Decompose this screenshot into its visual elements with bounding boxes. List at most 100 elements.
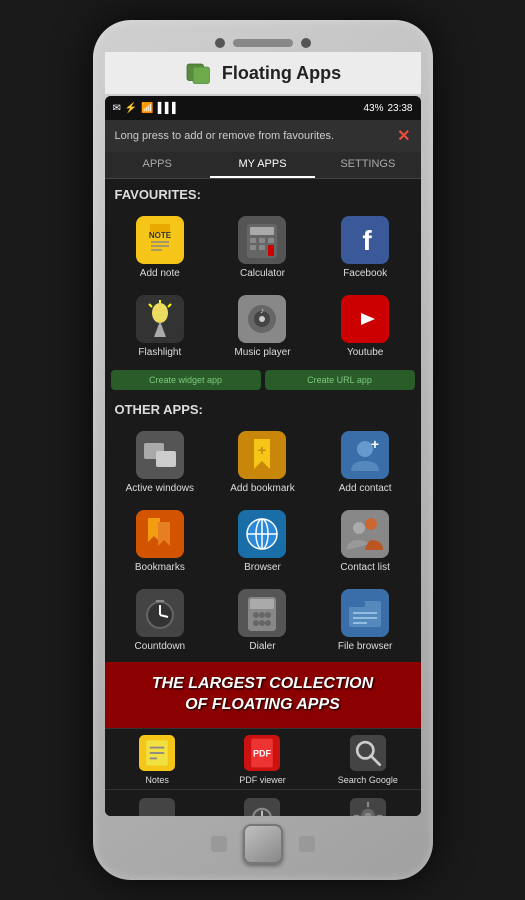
tab-row: APPS MY APPS SETTINGS xyxy=(105,152,421,179)
app-add-note-icon: NOTE xyxy=(136,216,184,264)
bluetooth-icon: ⚡ xyxy=(125,103,137,114)
app-countdown-icon xyxy=(136,589,184,637)
more-app-1-icon xyxy=(139,798,175,816)
app-facebook-icon: f xyxy=(341,216,389,264)
app-calculator-label: Calculator xyxy=(240,268,285,279)
phone-top-bar xyxy=(105,32,421,52)
other-apps-title: OTHER APPS: xyxy=(105,394,421,421)
status-bar: ✉ ⚡ 📶 ▌▌▌ 43% 23:38 xyxy=(105,96,421,120)
svg-text:PDF: PDF xyxy=(253,748,272,758)
svg-text:f: f xyxy=(362,225,372,256)
create-url-app-button[interactable]: Create URL app xyxy=(265,370,415,390)
promo-line1: THE LARGEST COLLECTION xyxy=(115,674,411,695)
app-contact-list-label: Contact list xyxy=(340,562,389,573)
create-widget-app-button[interactable]: Create widget app xyxy=(111,370,261,390)
more-app-2[interactable] xyxy=(210,794,315,816)
phone-device: Floating Apps ✉ ⚡ 📶 ▌▌▌ 43% 23:38 Long p… xyxy=(93,20,433,880)
app-youtube-label: Youtube xyxy=(347,347,383,358)
toast-notification: Long press to add or remove from favouri… xyxy=(105,120,421,152)
app-add-bookmark[interactable]: + Add bookmark xyxy=(213,425,312,500)
app-active-windows-icon xyxy=(136,431,184,479)
app-add-contact-icon: + xyxy=(341,431,389,479)
phone-camera xyxy=(215,38,225,48)
phone-screen: ✉ ⚡ 📶 ▌▌▌ 43% 23:38 Long press to add or… xyxy=(105,96,421,816)
other-apps-grid: Active windows + Add bookmark xyxy=(105,421,421,662)
app-search-google-label: Search Google xyxy=(338,775,398,785)
app-flashlight-icon xyxy=(136,295,184,343)
signal-icon: ▌▌▌ xyxy=(158,103,179,114)
app-pdf-viewer-icon: PDF xyxy=(242,733,282,773)
email-icon: ✉ xyxy=(113,103,121,114)
app-file-browser-icon xyxy=(341,589,389,637)
widget-buttons-row: Create widget app Create URL app xyxy=(105,368,421,394)
tab-apps[interactable]: APPS xyxy=(105,152,210,178)
app-bookmarks[interactable]: Bookmarks xyxy=(111,504,210,579)
app-file-browser[interactable]: File browser xyxy=(316,583,415,658)
app-logo-icon xyxy=(184,58,214,88)
app-dialer-label: Dialer xyxy=(249,641,275,652)
app-facebook[interactable]: f Facebook xyxy=(316,210,415,285)
promo-line2: OF FLOATING APPS xyxy=(115,695,411,716)
app-bookmarks-label: Bookmarks xyxy=(135,562,185,573)
more-app-3[interactable] xyxy=(315,794,420,816)
app-music-player[interactable]: ♪ Music player xyxy=(213,289,312,364)
app-facebook-label: Facebook xyxy=(343,268,387,279)
toast-close-button[interactable]: ✕ xyxy=(397,126,410,146)
svg-text:+: + xyxy=(258,442,266,458)
svg-text:♪: ♪ xyxy=(260,306,264,315)
app-contact-list[interactable]: Contact list xyxy=(316,504,415,579)
app-dialer[interactable]: Dialer xyxy=(213,583,312,658)
app-countdown-label: Countdown xyxy=(135,641,186,652)
app-notes-label: Notes xyxy=(145,775,169,785)
app-notes-icon xyxy=(137,733,177,773)
app-active-windows-label: Active windows xyxy=(126,483,194,494)
app-add-contact-label: Add contact xyxy=(339,483,392,494)
app-flashlight[interactable]: Flashlight xyxy=(111,289,210,364)
app-flashlight-label: Flashlight xyxy=(138,347,181,358)
app-add-contact[interactable]: + Add contact xyxy=(316,425,415,500)
app-search-google-icon xyxy=(348,733,388,773)
svg-text:+: + xyxy=(371,436,379,452)
battery-text: 43% xyxy=(363,103,383,114)
phone-speaker xyxy=(233,39,293,47)
status-left-icons: ✉ ⚡ 📶 ▌▌▌ xyxy=(113,103,180,114)
app-countdown[interactable]: Countdown xyxy=(111,583,210,658)
more-app-2-icon xyxy=(244,798,280,816)
time-display: 23:38 xyxy=(387,103,412,114)
app-music-player-label: Music player xyxy=(234,347,290,358)
bottom-apps-row: Notes PDF PDF viewer xyxy=(105,728,421,789)
phone-camera-2 xyxy=(301,38,311,48)
tab-settings[interactable]: SETTINGS xyxy=(315,152,420,178)
app-youtube[interactable]: Youtube xyxy=(316,289,415,364)
promo-banner: THE LARGEST COLLECTION OF FLOATING APPS xyxy=(105,662,421,728)
app-calculator[interactable]: Calculator xyxy=(213,210,312,285)
status-right: 43% 23:38 xyxy=(363,103,412,114)
app-youtube-icon xyxy=(341,295,389,343)
svg-text:NOTE: NOTE xyxy=(149,231,172,240)
app-pdf-viewer-label: PDF viewer xyxy=(239,775,286,785)
app-browser[interactable]: Browser xyxy=(213,504,312,579)
app-header-bar: Floating Apps xyxy=(105,52,421,96)
app-dialer-icon xyxy=(238,589,286,637)
app-music-player-icon: ♪ xyxy=(238,295,286,343)
phone-left-soft-button[interactable] xyxy=(211,836,227,852)
app-bookmarks-icon xyxy=(136,510,184,558)
tab-my-apps[interactable]: MY APPS xyxy=(210,152,315,178)
phone-home-button[interactable] xyxy=(243,824,283,864)
app-add-note[interactable]: NOTE Add note xyxy=(111,210,210,285)
app-notes[interactable]: Notes xyxy=(105,729,210,789)
favourites-title: FAVOURITES: xyxy=(105,179,421,206)
app-search-google[interactable]: Search Google xyxy=(315,729,420,789)
more-apps-row xyxy=(105,789,421,816)
phone-right-soft-button[interactable] xyxy=(299,836,315,852)
phone-bottom-controls xyxy=(211,816,315,868)
app-file-browser-label: File browser xyxy=(338,641,392,652)
app-active-windows[interactable]: Active windows xyxy=(111,425,210,500)
app-calculator-icon xyxy=(238,216,286,264)
app-add-note-label: Add note xyxy=(140,268,180,279)
more-app-1[interactable] xyxy=(105,794,210,816)
app-pdf-viewer[interactable]: PDF PDF viewer xyxy=(210,729,315,789)
more-app-3-icon xyxy=(350,798,386,816)
favourites-grid: NOTE Add note xyxy=(105,206,421,368)
app-add-bookmark-label: Add bookmark xyxy=(230,483,294,494)
